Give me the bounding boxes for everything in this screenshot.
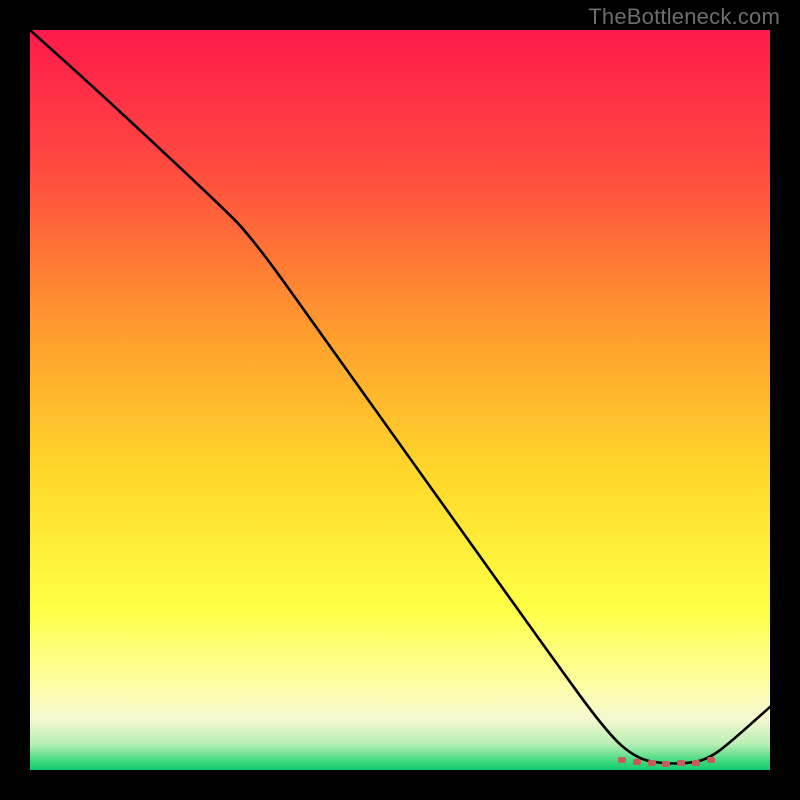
optimal-marker	[677, 760, 685, 766]
plot-area	[30, 30, 770, 770]
optimal-marker	[707, 757, 715, 763]
optimal-marker	[618, 757, 626, 763]
watermark-text: TheBottleneck.com	[588, 4, 780, 30]
optimal-marker	[692, 760, 700, 766]
optimal-range-markers	[30, 30, 770, 770]
chart-frame: TheBottleneck.com	[0, 0, 800, 800]
optimal-marker	[662, 761, 670, 767]
optimal-marker	[633, 759, 641, 765]
optimal-marker	[648, 760, 656, 766]
